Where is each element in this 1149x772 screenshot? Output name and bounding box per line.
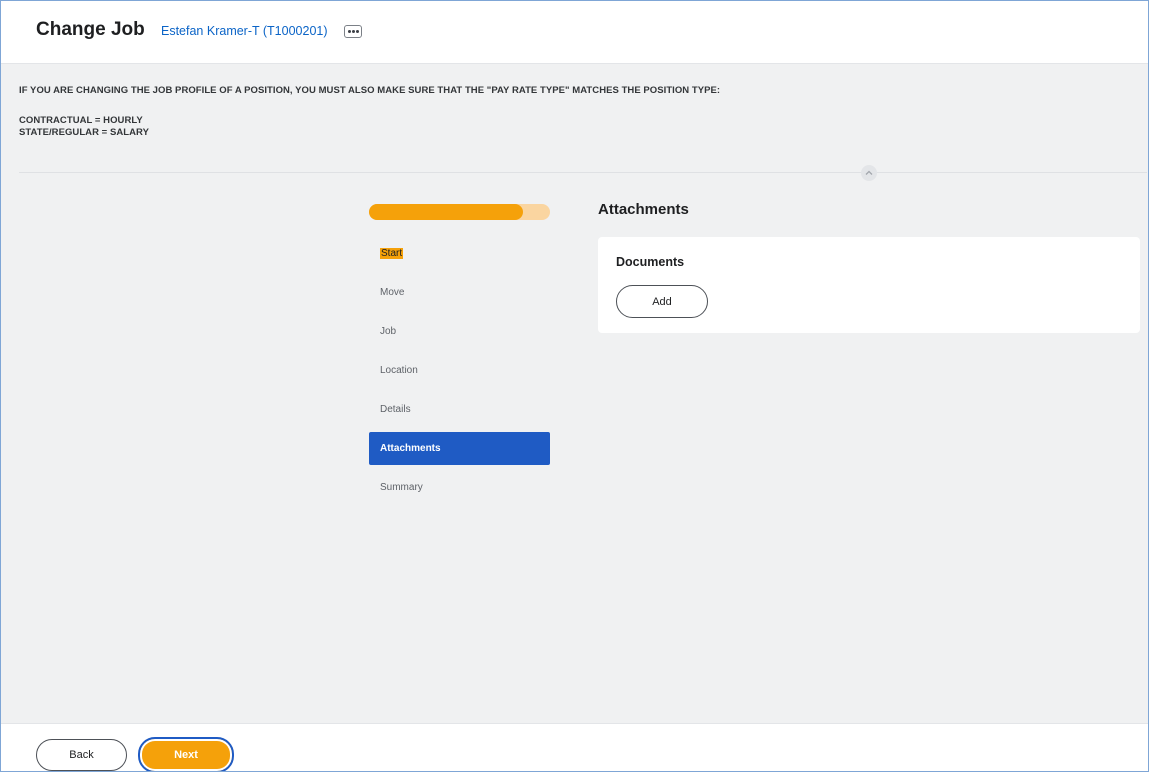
- section-divider: [19, 172, 1147, 173]
- step-label: Summary: [380, 482, 423, 493]
- chevron-up-icon: [865, 170, 873, 175]
- progress-bar: [369, 204, 550, 220]
- step-label: Move: [380, 287, 405, 298]
- ellipsis-icon-dot: [347, 30, 351, 33]
- related-actions-button[interactable]: [344, 25, 362, 38]
- step-location[interactable]: Location: [369, 354, 550, 387]
- worker-link[interactable]: Estefan Kramer-T (T1000201): [161, 24, 328, 38]
- step-start[interactable]: Start: [369, 237, 550, 270]
- step-label: Details: [380, 404, 411, 415]
- documents-card: Documents Add: [598, 237, 1140, 333]
- step-move[interactable]: Move: [369, 276, 550, 309]
- ellipsis-icon-dot: [351, 30, 355, 33]
- step-details[interactable]: Details: [369, 393, 550, 426]
- step-label: Start: [380, 248, 404, 259]
- ellipsis-icon-dot: [355, 30, 359, 33]
- documents-title: Documents: [616, 255, 685, 269]
- step-list: Start Move Job Location Details Attachme…: [369, 237, 550, 510]
- page-title: Change Job: [36, 19, 145, 40]
- step-job[interactable]: Job: [369, 315, 550, 348]
- instruction-contractual: CONTRACTUAL = HOURLY: [19, 115, 143, 126]
- page-header: Change Job Estefan Kramer-T (T1000201): [1, 1, 1148, 64]
- instruction-state-regular: STATE/REGULAR = SALARY: [19, 127, 149, 138]
- step-label: Job: [380, 326, 397, 337]
- step-label: Location: [380, 365, 418, 376]
- section-title: Attachments: [598, 201, 689, 218]
- step-attachments[interactable]: Attachments: [369, 432, 550, 465]
- app-frame: Change Job Estefan Kramer-T (T1000201) I…: [0, 0, 1149, 772]
- step-summary[interactable]: Summary: [369, 471, 550, 504]
- next-button[interactable]: Next: [138, 737, 234, 771]
- collapse-button[interactable]: [861, 165, 877, 181]
- progress-bar-fill: [369, 204, 523, 220]
- footer-bar: Back Next: [1, 723, 1148, 771]
- back-button[interactable]: Back: [36, 739, 127, 771]
- instruction-text: IF YOU ARE CHANGING THE JOB PROFILE OF A…: [19, 85, 721, 96]
- step-label: Attachments: [380, 443, 441, 454]
- add-button[interactable]: Add: [616, 285, 708, 318]
